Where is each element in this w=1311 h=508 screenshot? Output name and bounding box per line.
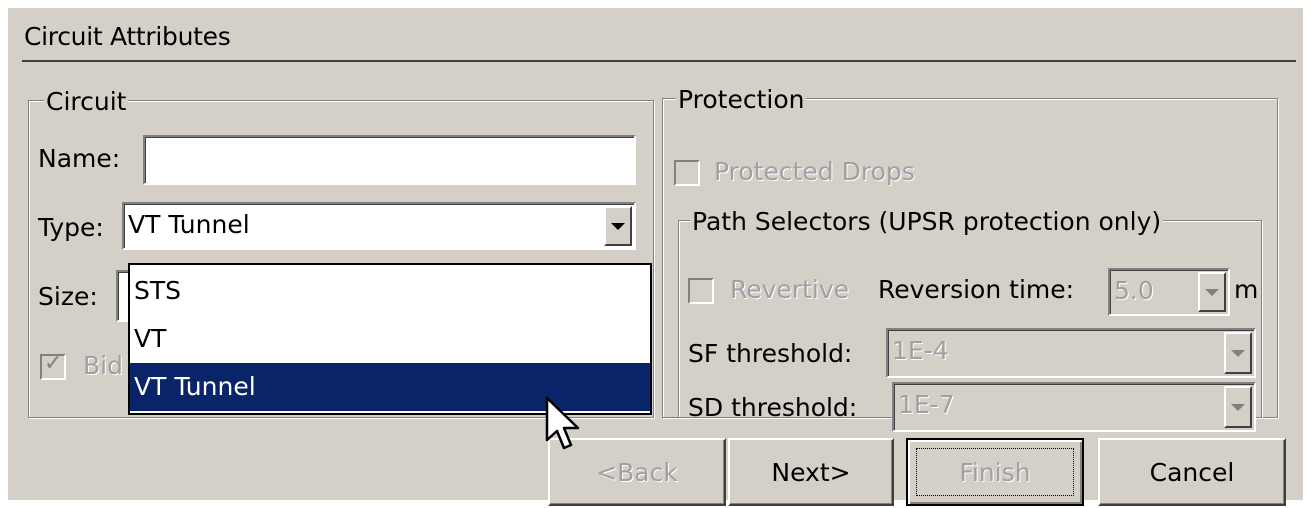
protected-drops-label: Protected Drops [714,157,915,186]
reversion-time-dropdown-button[interactable] [1198,272,1226,312]
path-selectors-legend: Path Selectors (UPSR protection only) [690,207,1164,236]
type-option-vt[interactable]: VT [130,315,650,363]
sf-threshold-label: SF threshold: [688,339,853,368]
cancel-button[interactable]: Cancel [1098,438,1286,506]
type-option-sts[interactable]: STS [130,267,650,315]
protected-drops-checkbox[interactable] [674,160,700,186]
finish-button[interactable]: Finish [906,438,1084,506]
sd-threshold-select[interactable]: 1E-7 [892,382,1256,432]
revertive-checkbox[interactable] [688,278,714,304]
sd-threshold-label: SD threshold: [688,393,858,422]
sd-threshold-value: 1E-7 [898,390,955,419]
chevron-down-icon [1205,288,1219,296]
name-label: Name: [38,144,121,173]
size-label: Size: [38,282,98,311]
revertive-label: Revertive [730,275,850,304]
circuit-attributes-dialog: Circuit Attributes Circuit Name: Type: V… [8,8,1303,506]
chevron-down-icon [611,222,625,230]
next-button[interactable]: Next> [728,438,894,506]
dialog-title: Circuit Attributes [24,22,231,51]
reversion-time-value: 5.0 [1114,276,1154,305]
type-selected-value: VT Tunnel [128,210,250,239]
reversion-time-select[interactable]: 5.0 [1108,268,1230,316]
title-divider [22,60,1296,62]
reversion-time-unit: m [1234,275,1259,304]
mouse-pointer-icon [545,396,580,450]
protection-group-legend: Protection [676,85,807,114]
check-icon: ✓ [44,351,63,376]
type-dropdown-list[interactable]: STS VT VT Tunnel [128,263,652,415]
sf-threshold-select[interactable]: 1E-4 [886,328,1256,378]
reversion-time-label: Reversion time: [878,275,1075,304]
bidirectional-label: Bid [83,351,123,380]
chevron-down-icon [1231,349,1245,357]
name-input[interactable] [143,135,636,185]
type-dropdown-button[interactable] [604,206,632,246]
bidirectional-checkbox[interactable]: ✓ [40,351,66,380]
sd-threshold-dropdown-button[interactable] [1224,386,1252,428]
type-select[interactable]: VT Tunnel [122,202,636,250]
sf-threshold-dropdown-button[interactable] [1224,332,1252,374]
circuit-group-legend: Circuit [44,87,129,116]
type-label: Type: [38,213,104,242]
chevron-down-icon [1231,403,1245,411]
sf-threshold-value: 1E-4 [892,336,949,365]
